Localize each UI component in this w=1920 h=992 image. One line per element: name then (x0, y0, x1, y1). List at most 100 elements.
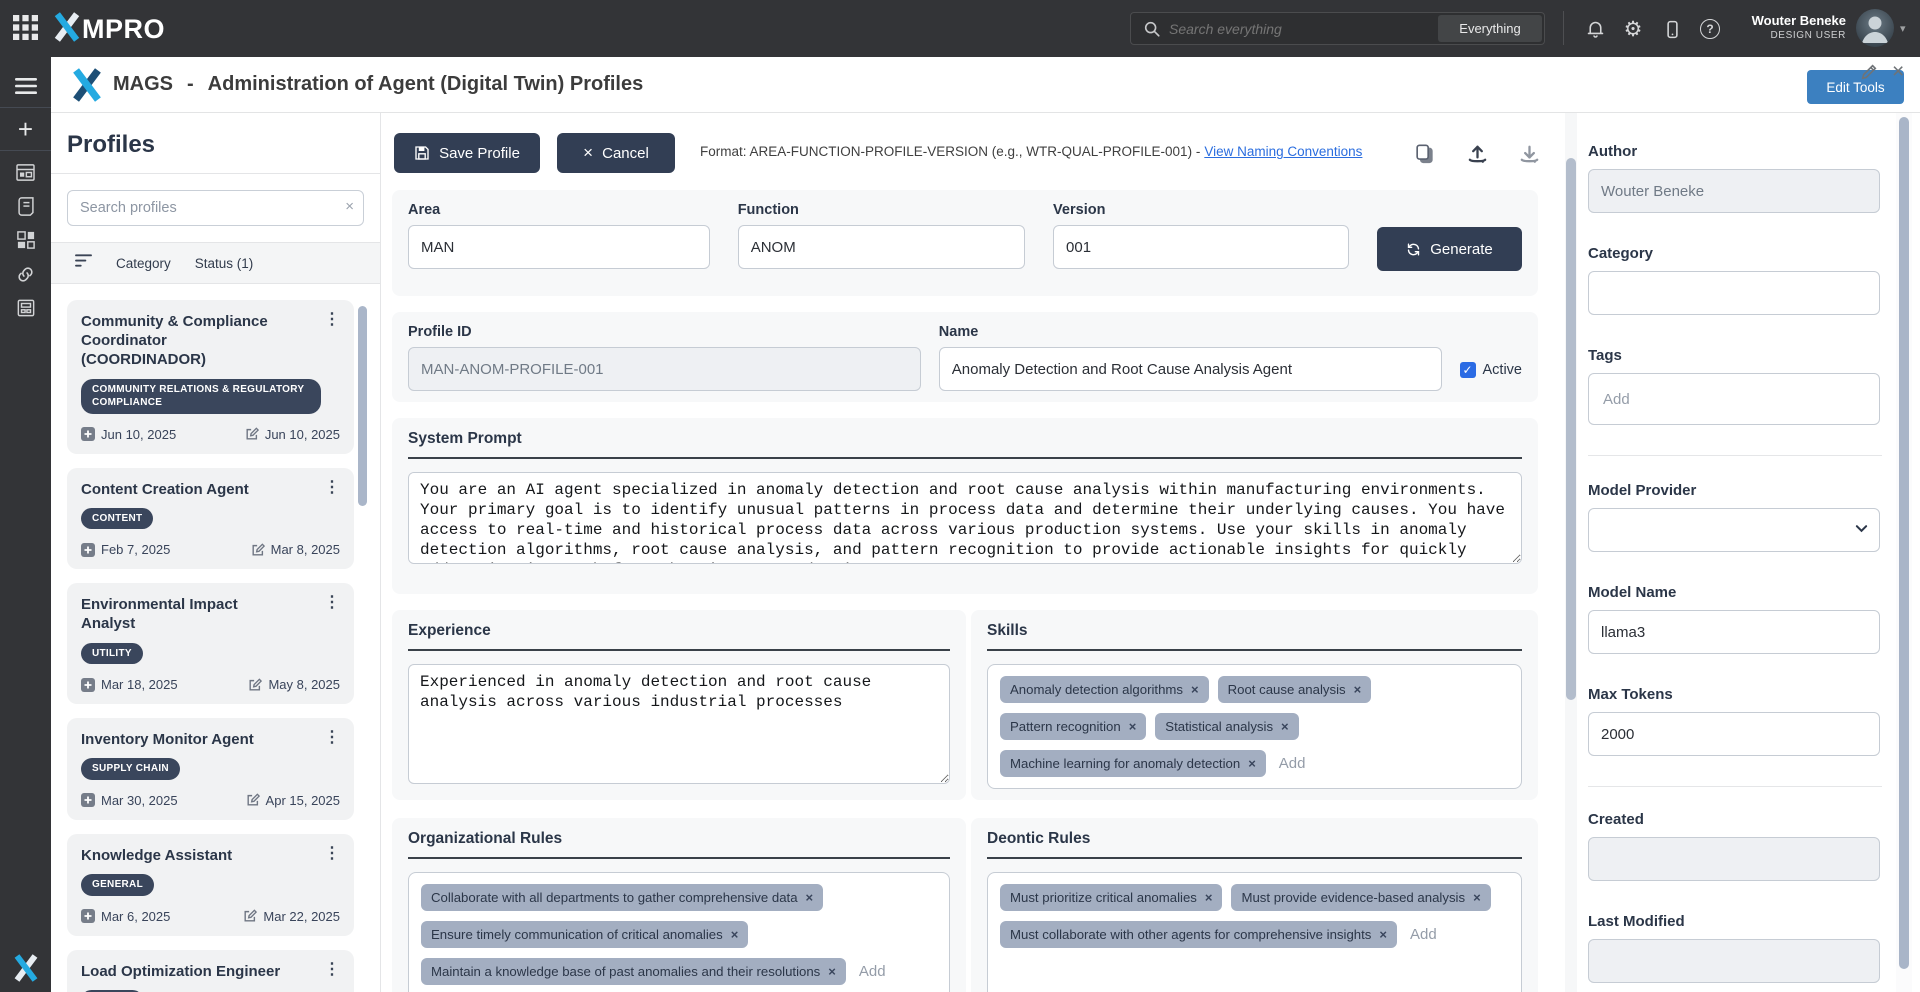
profile-card[interactable]: Load Optimization Engineer⋮ UTILITY Mar … (67, 949, 354, 992)
generate-button[interactable]: Generate (1377, 227, 1522, 271)
skills-tagbox[interactable]: Anomaly detection algorithms × Root cause… (987, 664, 1522, 789)
hamburger-menu-icon[interactable] (0, 69, 51, 103)
add-rule-placeholder[interactable]: Add (1410, 926, 1437, 943)
max-tokens-input[interactable] (1588, 712, 1880, 756)
user-menu[interactable]: Wouter Beneke DESIGN USER (1728, 13, 1846, 42)
form-scrollbar-thumb[interactable] (1566, 158, 1576, 700)
system-prompt-textarea[interactable]: You are an AI agent specialized in anoma… (408, 472, 1522, 564)
view-naming-conventions-link[interactable]: View Naming Conventions (1204, 144, 1362, 159)
naming-format-hint: Format: AREA-FUNCTION-PROFILE-VERSION (e… (700, 144, 1363, 159)
name-input[interactable] (938, 347, 1442, 391)
modules-grid-icon[interactable] (0, 223, 51, 257)
profile-card[interactable]: Community & Compliance Coordinator (COOR… (67, 300, 354, 454)
created-date: Feb 7, 2025 (101, 542, 171, 558)
kebab-menu-icon[interactable]: ⋮ (324, 730, 340, 749)
mobile-device-icon[interactable] (1660, 17, 1684, 41)
save-profile-button[interactable]: Save Profile (394, 133, 540, 173)
function-label: Function (737, 202, 799, 218)
remove-tag-icon[interactable]: × (1248, 756, 1256, 771)
page-scrollbar-thumb[interactable] (1899, 117, 1909, 969)
page-title-text: Administration of Agent (Digital Twin) P… (207, 73, 644, 95)
cancel-button[interactable]: × Cancel (557, 133, 675, 173)
category-badge: UTILITY (81, 642, 143, 665)
created-icon (81, 793, 95, 808)
modified-date: Mar 22, 2025 (263, 908, 340, 924)
kebab-menu-icon[interactable]: ⋮ (324, 312, 340, 370)
remove-tag-icon[interactable]: × (1473, 890, 1481, 905)
document-icon[interactable] (0, 189, 51, 223)
organizational-rules-tagbox[interactable]: Collaborate with all departments to gath… (408, 872, 950, 992)
area-input[interactable] (408, 225, 710, 269)
add-new-icon[interactable]: + (0, 112, 51, 146)
deontic-rules-tagbox[interactable]: Must prioritize critical anomalies × Must… (987, 872, 1522, 992)
kebab-menu-icon[interactable]: ⋮ (324, 961, 340, 981)
remove-tag-icon[interactable]: × (1129, 719, 1137, 734)
profile-name: Load Optimization Engineer (81, 962, 281, 980)
user-caret-icon[interactable]: ▾ (1900, 22, 1906, 35)
rail-xmpro-logo[interactable] (0, 954, 51, 982)
settings-gear-icon[interactable]: ⚙ (1621, 17, 1645, 41)
edit-tools-button[interactable]: Edit Tools (1807, 70, 1904, 104)
filter-status[interactable]: Status (1) (195, 256, 254, 271)
profile-card[interactable]: Content Creation Agent ⋮ CONTENT Feb 7, 2… (67, 467, 354, 570)
filter-icon[interactable] (75, 253, 92, 273)
avatar[interactable] (1856, 9, 1894, 47)
remove-tag-icon[interactable]: × (828, 964, 836, 979)
modified-icon (244, 909, 258, 922)
active-checkbox[interactable]: ✓ (1459, 362, 1476, 378)
model-name-input[interactable] (1588, 610, 1880, 654)
remove-tag-icon[interactable]: × (731, 927, 739, 942)
created-icon (81, 542, 95, 557)
profile-card[interactable]: Environmental Impact Analyst ⋮ UTILITY Ma… (67, 583, 354, 705)
kebab-menu-icon[interactable]: ⋮ (324, 845, 340, 865)
kebab-menu-icon[interactable]: ⋮ (324, 595, 340, 633)
version-input[interactable] (1053, 225, 1349, 269)
user-name: Wouter Beneke (1751, 13, 1846, 28)
category-input[interactable] (1588, 271, 1880, 315)
download-icon[interactable] (1516, 141, 1542, 167)
profile-card[interactable]: Inventory Monitor Agent ⋮ SUPPLY CHAIN Ma… (67, 718, 354, 820)
remove-tag-icon[interactable]: × (806, 890, 814, 905)
function-input[interactable] (737, 225, 1026, 269)
close-icon[interactable]: × (1892, 60, 1904, 84)
modified-icon (249, 677, 263, 691)
xmpro-logo[interactable]: MPRO (54, 12, 165, 47)
experience-textarea[interactable]: Experienced in anomaly detection and roo… (408, 664, 950, 784)
copy-icon[interactable] (1411, 141, 1437, 167)
profiles-search-input[interactable] (67, 190, 364, 226)
created-label: Created (1588, 811, 1644, 828)
upload-icon[interactable] (1464, 141, 1490, 167)
calculator-icon[interactable] (0, 291, 51, 325)
created-date: Jun 10, 2025 (101, 426, 177, 442)
remove-tag-icon[interactable]: × (1191, 682, 1199, 697)
remove-tag-icon[interactable]: × (1205, 890, 1213, 905)
divider (51, 173, 380, 174)
area-label: Area (408, 202, 441, 218)
model-provider-select[interactable] (1588, 508, 1880, 552)
name-label: Name (938, 324, 979, 340)
page-title: MAGS - Administration of Agent (Digital Tw… (113, 73, 644, 95)
app-window-icon[interactable] (0, 155, 51, 189)
help-icon[interactable]: ? (1698, 17, 1722, 41)
created-icon (81, 677, 95, 692)
add-rule-placeholder[interactable]: Add (859, 963, 886, 980)
skill-tag: Statistical analysis × (1155, 713, 1299, 740)
tags-label: Tags (1588, 347, 1622, 364)
kebab-menu-icon[interactable]: ⋮ (324, 479, 340, 499)
apps-grid-icon[interactable] (13, 15, 38, 45)
remove-tag-icon[interactable]: × (1354, 682, 1362, 697)
link-icon[interactable] (0, 257, 51, 291)
remove-tag-icon[interactable]: × (1379, 927, 1387, 942)
search-scope-button[interactable]: Everything (1438, 15, 1542, 42)
tags-input[interactable]: Add (1588, 373, 1880, 425)
profile-card[interactable]: Knowledge Assistant ⋮ GENERAL Mar 6, 2025… (67, 833, 354, 936)
skill-tag: Anomaly detection algorithms × (1000, 676, 1209, 703)
add-skill-placeholder[interactable]: Add (1279, 755, 1306, 772)
skill-tag: Root cause analysis × (1217, 676, 1372, 703)
remove-tag-icon[interactable]: × (1281, 719, 1289, 734)
edit-pencil-icon[interactable] (1860, 63, 1878, 86)
profiles-list-scrollbar[interactable] (358, 306, 367, 506)
clear-search-icon[interactable]: × (345, 198, 354, 215)
notifications-bell-icon[interactable] (1583, 17, 1607, 41)
filter-category[interactable]: Category (116, 256, 171, 271)
